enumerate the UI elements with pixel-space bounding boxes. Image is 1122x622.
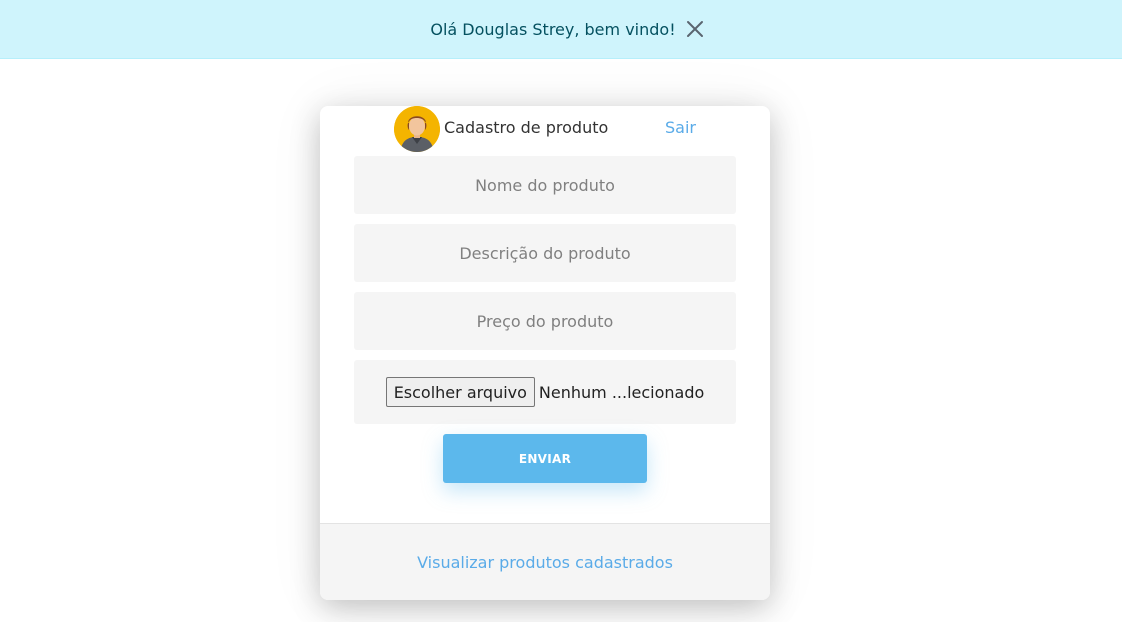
welcome-message: Olá Douglas Strey, bem vindo! [430, 19, 676, 39]
product-description-input[interactable] [354, 224, 736, 282]
product-price-input[interactable] [354, 292, 736, 350]
product-form-card: Cadastro de produto Sair Escolher arquiv… [320, 106, 770, 600]
card-footer: Visualizar produtos cadastrados [320, 523, 770, 600]
choose-file-button[interactable]: Escolher arquivo [385, 377, 535, 407]
view-products-link[interactable]: Visualizar produtos cadastrados [417, 553, 673, 572]
close-icon[interactable] [684, 18, 706, 40]
welcome-alert: Olá Douglas Strey, bem vindo! [0, 0, 1122, 59]
page-title: Cadastro de produto [444, 118, 609, 137]
user-avatar-icon [394, 106, 440, 152]
logout-link[interactable]: Sair [665, 118, 696, 137]
avatar [394, 106, 440, 152]
file-input: Escolher arquivo Nenhum ...lecionado [354, 360, 736, 424]
card-header: Cadastro de produto Sair [320, 106, 770, 152]
product-name-input[interactable] [354, 156, 736, 214]
submit-button[interactable]: ENVIAR [443, 434, 647, 483]
file-status: Nenhum ...lecionado [538, 382, 705, 402]
